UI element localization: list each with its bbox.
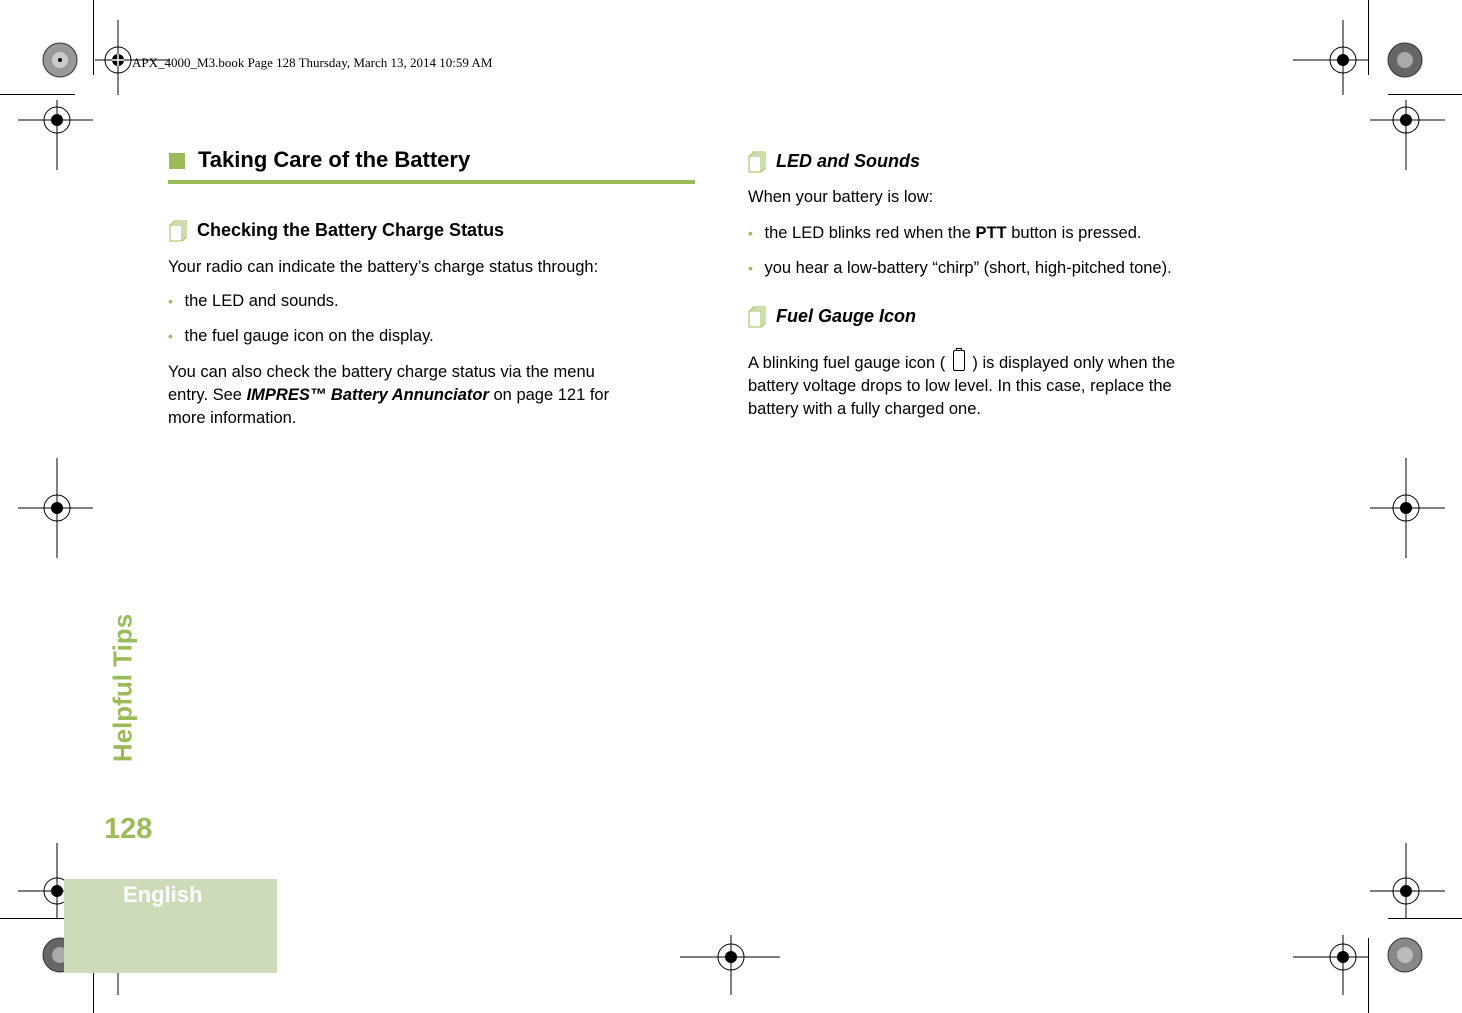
fuel-gauge-paragraph: A blinking fuel gauge icon ( ) is displa… [748,348,1175,421]
bullet-icon: • [748,260,753,276]
menu-paragraph: You can also check the battery charge st… [168,363,610,427]
subheading-fuel-gauge: Fuel Gauge Icon [776,306,917,326]
crop-line [1388,918,1462,919]
cross-reference-link[interactable]: IMPRES™ Battery Annunciator [247,386,489,404]
registration-mark-icon [1293,935,1368,995]
section-square-icon [169,153,185,169]
list-item: • the LED blinks red when the PTT button… [748,224,1142,242]
section-title-rule [168,180,695,184]
crop-line [1388,94,1462,95]
list-item: • you hear a low-battery “chirp” (short,… [748,259,1172,277]
crop-line [0,94,75,95]
subheading-charge-status: Checking the Battery Charge Status [197,220,505,240]
registration-mark-icon [18,458,93,558]
registration-mark-icon [95,20,170,95]
registration-mark-icon [1293,20,1368,95]
list-item: • the LED and sounds. [168,292,339,310]
subheading-led-sounds: LED and Sounds [776,151,920,171]
bullet-icon: • [168,293,173,309]
print-header: APX_4000_M3.book Page 128 Thursday, Marc… [132,55,493,70]
crop-line [93,0,94,75]
bullet-icon: • [748,225,753,241]
pages-icon [748,151,768,173]
list-item: • the fuel gauge icon on the display. [168,327,434,345]
registration-mark-icon [1370,458,1445,558]
battery-low-icon [952,348,965,371]
pages-icon [169,220,189,242]
page-number: 128 [104,813,153,845]
starburst-mark-icon [1385,935,1425,975]
bullet-icon: • [168,328,173,344]
starburst-mark-icon [40,40,80,80]
crop-line [1368,938,1369,1013]
section-title: Taking Care of the Battery [198,147,471,172]
registration-mark-icon [1370,100,1445,170]
registration-mark-icon [680,935,780,995]
registration-mark-icon [1370,843,1445,918]
pages-icon [748,306,768,328]
language-label: English [123,882,203,907]
chapter-side-title: Helpful Tips [107,613,138,762]
led-intro-text: When your battery is low: [748,188,934,206]
starburst-mark-icon [1385,40,1425,80]
crop-line [1368,0,1369,75]
intro-text: Your radio can indicate the battery’s ch… [168,258,599,276]
registration-mark-icon [18,100,93,170]
